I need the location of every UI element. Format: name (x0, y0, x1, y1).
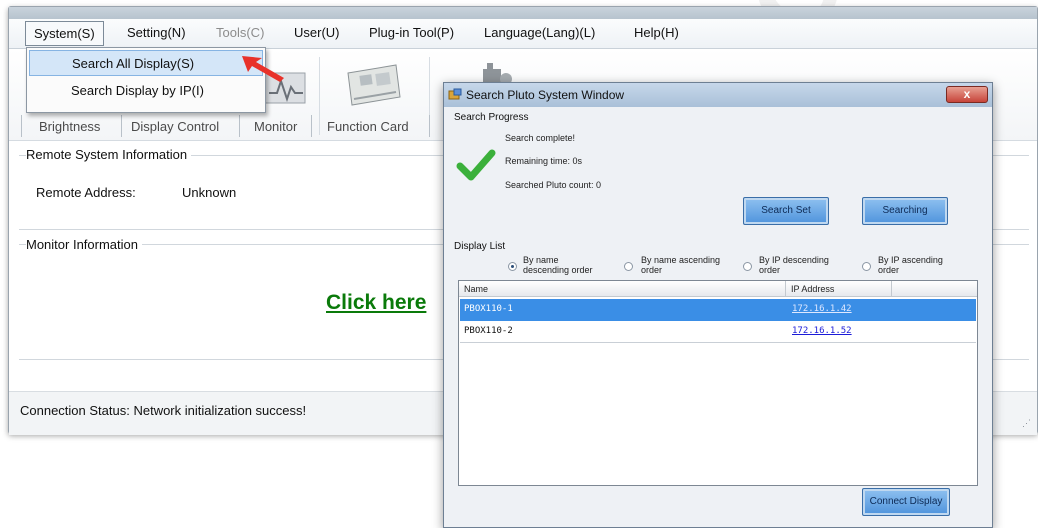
row-name: PBOX110-2 (464, 326, 513, 336)
sort-ip-asc-label[interactable]: By IP ascending order (878, 255, 943, 275)
remote-address-label: Remote Address: (36, 185, 136, 200)
menu-item-search-display-by-ip[interactable]: Search Display by IP(I) (29, 78, 263, 104)
column-divider (891, 281, 892, 297)
sort-ip-desc-radio[interactable] (743, 262, 752, 271)
remote-address-value: Unknown (182, 185, 237, 200)
search-set-button[interactable]: Search Set (743, 197, 829, 225)
system-dropdown-menu: Search All Display(S) Search Display by … (26, 47, 266, 113)
remaining-time-text: Remaining time: 0s (505, 156, 583, 166)
toolbar-separator (429, 115, 430, 137)
column-divider (785, 281, 786, 297)
menu-bar: System(S) Setting(N) Tools(C) User(U) Pl… (9, 19, 1037, 49)
menu-plugin-tool[interactable]: Plug-in Tool(P) (369, 25, 454, 40)
dialog-title: Search Pluto System Window (466, 88, 625, 102)
connection-status: Connection Status: Network initializatio… (20, 403, 307, 418)
search-progress-label: Search Progress (454, 112, 529, 123)
searching-button[interactable]: Searching (862, 197, 948, 225)
remote-section-title: Remote System Information (26, 147, 192, 162)
table-header: Name IP Address (459, 281, 977, 297)
sort-label-line1: By IP descending (759, 255, 829, 265)
toolbar-separator (239, 115, 240, 137)
searched-count-text: Searched Pluto count: 0 (505, 180, 602, 190)
search-dialog: Search Pluto System Window x Search Prog… (443, 82, 993, 528)
sort-ip-desc-label[interactable]: By IP descending order (759, 255, 829, 275)
menu-user[interactable]: User(U) (294, 25, 340, 40)
menu-tools[interactable]: Tools(C) (216, 25, 264, 40)
sort-label-line1: By name ascending (641, 255, 721, 265)
sort-label-line1: By name (523, 255, 559, 265)
menu-help[interactable]: Help(H) (634, 25, 679, 40)
function-card-icon[interactable] (342, 59, 404, 109)
title-bar (9, 7, 1037, 19)
table-row[interactable]: PBOX110-1 172.16.1.42 (460, 299, 976, 321)
sort-label-line1: By IP ascending (878, 255, 943, 265)
dialog-title-bar: Search Pluto System Window x (444, 83, 992, 107)
menu-setting[interactable]: Setting(N) (127, 25, 186, 40)
close-button[interactable]: x (946, 86, 988, 103)
dialog-app-icon (448, 88, 462, 102)
toolbar-separator (319, 57, 320, 135)
toolbar-display-control[interactable]: Display Control (131, 119, 219, 134)
connect-display-button[interactable]: Connect Display (862, 488, 950, 516)
toolbar-monitor[interactable]: Monitor (254, 119, 297, 134)
resize-grip-icon[interactable]: ⋰ (1022, 418, 1031, 429)
toolbar-separator (311, 115, 312, 137)
sort-label-line2: order (759, 265, 781, 275)
row-ip-link[interactable]: 172.16.1.42 (792, 304, 852, 314)
table-row[interactable]: PBOX110-2 172.16.1.52 (460, 321, 976, 343)
row-name: PBOX110-1 (464, 304, 513, 314)
monitor-section-title: Monitor Information (26, 237, 142, 252)
sort-ip-asc-radio[interactable] (862, 262, 871, 271)
sort-name-desc-label[interactable]: By name descending order (523, 255, 593, 275)
check-icon (456, 149, 496, 183)
toolbar-separator (121, 115, 122, 137)
click-here-link[interactable]: Click here (326, 291, 426, 315)
row-ip-link[interactable]: 172.16.1.52 (792, 326, 852, 336)
red-arrow-icon (240, 52, 288, 84)
sort-label-line2: order (641, 265, 663, 275)
sort-label-line2: descending order (523, 265, 593, 275)
column-header-ip[interactable]: IP Address (791, 284, 834, 294)
menu-language[interactable]: Language(Lang)(L) (484, 25, 595, 40)
sort-label-line2: order (878, 265, 900, 275)
menu-system[interactable]: System(S) (25, 21, 104, 46)
search-complete-text: Search complete! (505, 133, 576, 143)
column-header-name[interactable]: Name (464, 284, 488, 294)
sort-name-asc-label[interactable]: By name ascending order (641, 255, 720, 275)
toolbar-brightness[interactable]: Brightness (39, 119, 100, 134)
display-list-table[interactable]: Name IP Address PBOX110-1 172.16.1.42 PB… (458, 280, 978, 486)
toolbar-separator (21, 115, 22, 137)
toolbar-function-card[interactable]: Function Card (327, 119, 409, 134)
menu-item-search-all-display[interactable]: Search All Display(S) (29, 50, 263, 76)
sort-name-asc-radio[interactable] (624, 262, 633, 271)
display-list-label: Display List (454, 241, 506, 252)
sort-name-desc-radio[interactable] (508, 262, 517, 271)
